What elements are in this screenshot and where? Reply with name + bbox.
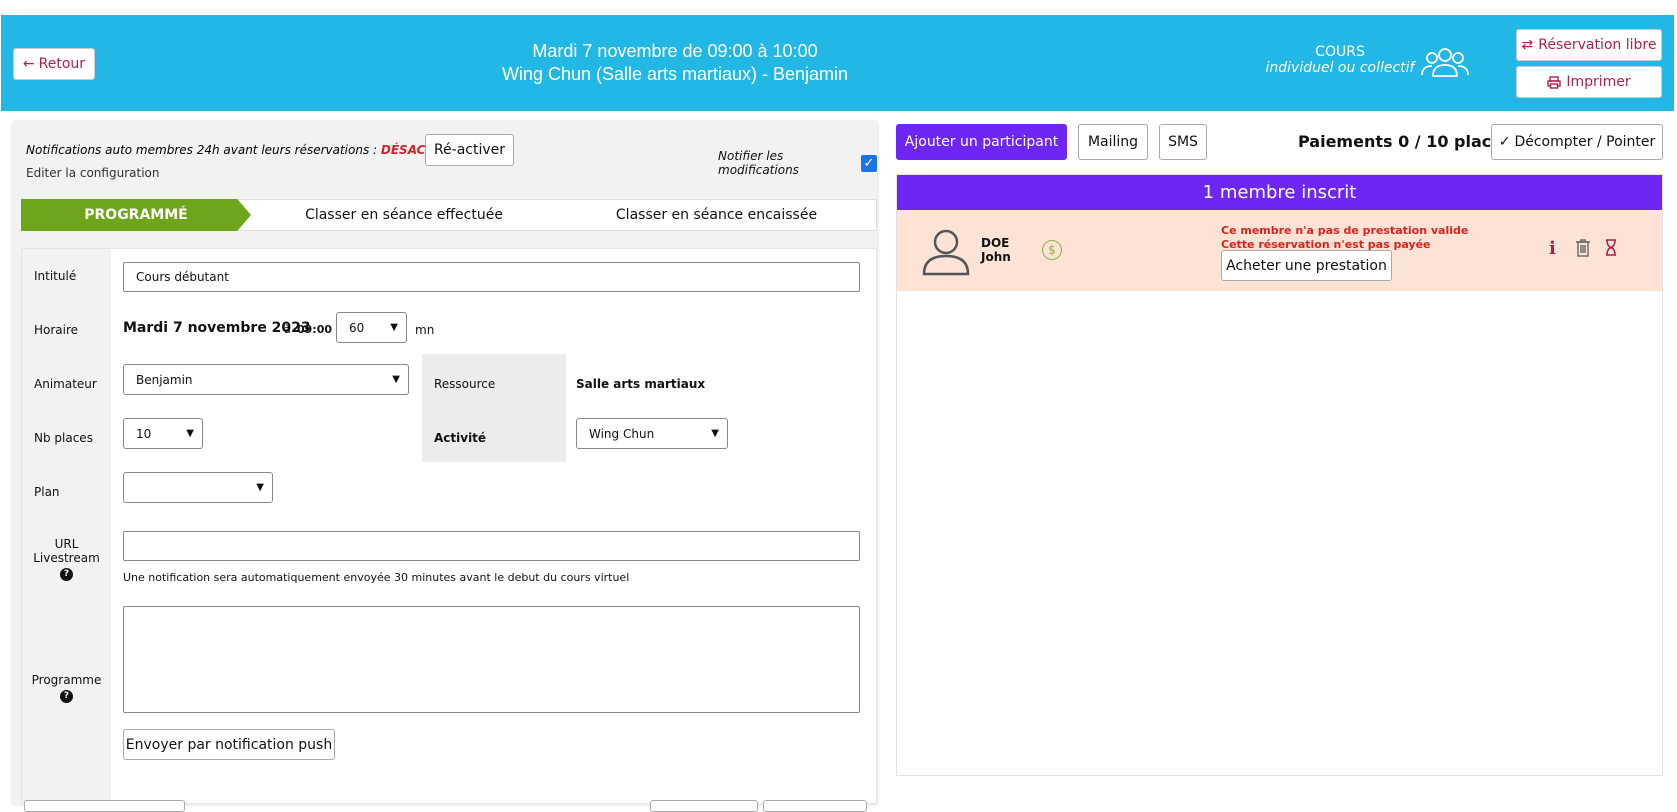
back-button[interactable]: ← Retour <box>13 48 95 80</box>
info-icon[interactable]: i <box>1549 238 1556 259</box>
group-people-icon <box>1421 48 1469 77</box>
url-livestream-label: URL Livestream ? <box>33 537 100 581</box>
nbplaces-label: Nb places <box>34 431 93 445</box>
bottom-button-3[interactable] <box>763 800 867 812</box>
reactivate-button[interactable]: Ré-activer <box>425 134 514 166</box>
resource-activity-box <box>422 354 566 462</box>
status-stepper: PROGRAMMÉ Classer en séance effectuée Cl… <box>21 199 877 231</box>
programme-label: Programme ? <box>31 673 102 703</box>
programme-textarea[interactable] <box>123 606 860 713</box>
help-icon[interactable]: ? <box>60 567 73 581</box>
dollar-icon[interactable]: $ <box>1042 240 1062 260</box>
member-name[interactable]: DOE John <box>981 236 1011 264</box>
url-note: Une notification sera automatiquement en… <box>123 571 630 584</box>
horaire-label: Horaire <box>34 323 79 337</box>
chevron-down-icon: ▼ <box>390 322 398 333</box>
push-notification-button[interactable]: Envoyer par notification push <box>123 729 335 760</box>
swap-arrows-icon: ⇄ <box>1521 37 1534 53</box>
bottom-button-2[interactable] <box>650 800 758 812</box>
help-icon[interactable]: ? <box>60 689 73 703</box>
activite-label: Activité <box>434 431 487 445</box>
hourglass-icon[interactable] <box>1605 239 1617 256</box>
animateur-select[interactable]: Benjamin ▼ <box>123 364 409 395</box>
step-done[interactable]: Classer en séance effectuée <box>237 199 557 231</box>
course-details-panel: Notifications auto membres 24h avant leu… <box>13 122 877 804</box>
duration-unit: mn <box>415 323 435 337</box>
edit-config-link[interactable]: Editer la configuration <box>26 166 159 180</box>
checkmark-icon: ✓ <box>1498 134 1511 150</box>
course-type: COURS individuel ou collectif <box>1260 44 1420 76</box>
members-header: 1 membre inscrit <box>897 175 1662 210</box>
page-title: Mardi 7 novembre de 09:00 à 10:00 Wing C… <box>430 40 920 86</box>
trash-icon[interactable] <box>1575 239 1591 257</box>
count-check-button[interactable]: ✓ Décompter / Pointer <box>1491 124 1663 160</box>
buy-prestation-button[interactable]: Acheter une prestation <box>1221 250 1392 281</box>
member-row: DOE John $ Ce membre n'a pas de prestati… <box>897 210 1662 291</box>
user-avatar-icon <box>922 229 970 276</box>
title-line-1: Mardi 7 novembre de 09:00 à 10:00 <box>532 41 818 61</box>
add-participant-button[interactable]: Ajouter un participant <box>896 124 1067 160</box>
chevron-down-icon: ▼ <box>392 374 400 385</box>
mailing-button[interactable]: Mailing <box>1078 124 1148 160</box>
chevron-down-icon: ▼ <box>711 428 719 439</box>
course-type-sub: individuel ou collectif <box>1265 60 1415 76</box>
notify-modifications: Notifier les modifications ✓ <box>718 149 877 177</box>
title-line-2: Wing Chun (Salle arts martiaux) - Benjam… <box>501 64 849 84</box>
free-reservation-label: Réservation libre <box>1538 37 1657 53</box>
printer-icon <box>1547 75 1562 89</box>
chevron-down-icon: ▼ <box>186 428 194 439</box>
horaire-time: 09:00 <box>297 323 333 336</box>
notify-modifications-checkbox[interactable]: ✓ <box>861 154 877 172</box>
print-button[interactable]: Imprimer <box>1516 66 1662 98</box>
intitule-label: Intitulé <box>34 269 77 283</box>
plan-label: Plan <box>34 485 60 499</box>
intitule-input[interactable]: Cours débutant <box>123 262 860 292</box>
chevron-down-icon: ▼ <box>256 482 264 493</box>
step-programmed[interactable]: PROGRAMMÉ <box>21 199 251 231</box>
url-livestream-input[interactable] <box>123 531 860 561</box>
ressource-value: Salle arts martiaux <box>576 377 706 391</box>
notify-modifications-label: Notifier les modifications <box>718 149 799 177</box>
back-button-label: Retour <box>38 56 86 72</box>
horaire-at: à <box>284 323 291 336</box>
animateur-label: Animateur <box>34 377 97 391</box>
plan-select[interactable]: ▼ <box>123 472 273 503</box>
nbplaces-select[interactable]: 10 ▼ <box>123 418 203 449</box>
payments-summary: Paiements 0 / 10 places <box>1298 132 1512 151</box>
arrow-left-icon: ← <box>22 56 35 72</box>
free-reservation-button[interactable]: ⇄ Réservation libre <box>1516 29 1662 61</box>
horaire-date: Mardi 7 novembre 2023 <box>123 320 311 336</box>
bottom-left-button[interactable] <box>24 800 185 812</box>
warning-no-prestation: Ce membre n'a pas de prestation valide <box>1221 224 1469 237</box>
notification-status-line: Notifications auto membres 24h avant leu… <box>26 143 464 157</box>
sms-button[interactable]: SMS <box>1159 124 1207 160</box>
duration-select[interactable]: 60 ▼ <box>336 312 407 343</box>
course-form: Intitulé Cours débutant Horaire Mardi 7 … <box>21 248 877 804</box>
print-label: Imprimer <box>1566 74 1631 90</box>
activite-select[interactable]: Wing Chun ▼ <box>576 418 728 449</box>
members-panel: 1 membre inscrit DOE John $ Ce membre n'… <box>896 174 1663 776</box>
ressource-label: Ressource <box>434 377 496 391</box>
course-type-label: COURS <box>1315 44 1365 60</box>
step-cashed[interactable]: Classer en séance encaissée <box>557 199 877 231</box>
